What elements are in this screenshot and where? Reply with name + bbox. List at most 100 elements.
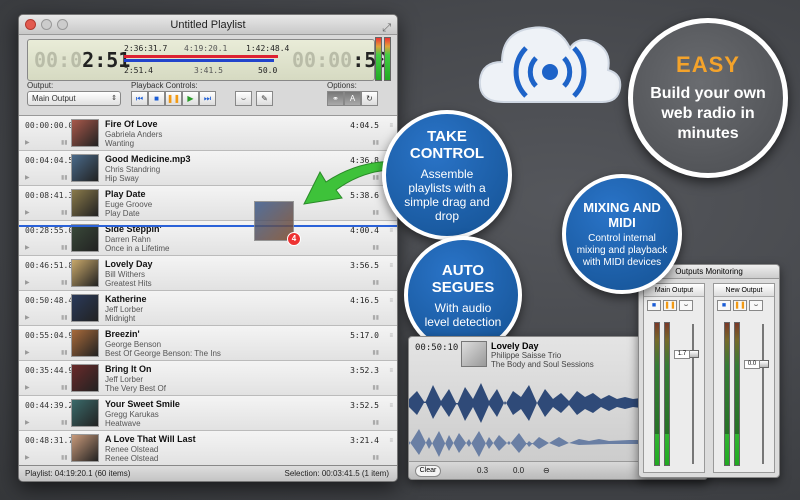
menu-icon[interactable]: ≡ xyxy=(389,403,393,409)
playlist-progress-bar xyxy=(124,55,278,58)
easy-body: Build your own web radio in minutes xyxy=(650,85,766,142)
play-icon[interactable]: ▶ xyxy=(25,244,30,251)
menu-icon[interactable]: ≡ xyxy=(389,333,393,339)
playlist-window: Untitled Playlist ⤢ 00:02:51 2:36:31.7 4… xyxy=(18,14,398,482)
previous-button[interactable]: ⏮ xyxy=(131,91,148,106)
stop-button[interactable]: ■ xyxy=(647,300,661,311)
segue-button[interactable]: ⌣ xyxy=(679,300,693,311)
playlist-row[interactable]: 00:35:44.9 Bring It On Jeff Lorber The Very… xyxy=(19,361,397,396)
play-icon[interactable]: ▶ xyxy=(25,139,30,146)
play-icon[interactable]: ▶ xyxy=(25,279,30,286)
fader-value: 0.0 xyxy=(744,360,760,369)
easy-heading: EASY xyxy=(676,52,740,77)
row-title: Your Sweet Smile xyxy=(105,399,180,409)
album-art xyxy=(71,434,99,462)
segue-button[interactable]: ⌣ xyxy=(235,91,252,106)
easy-badge: EASY Build your own web radio in minutes xyxy=(628,18,788,178)
row-start-time: 00:04:04.5 xyxy=(25,156,74,165)
row-artist: Jeff Lorber xyxy=(105,305,144,314)
grip-icon: ▮▮ xyxy=(372,245,379,251)
album-art xyxy=(71,399,99,427)
minimize-button[interactable] xyxy=(41,19,52,30)
play-icon[interactable]: ▶ xyxy=(25,419,30,426)
row-start-time: 00:00:00.0 xyxy=(25,121,74,130)
next-button[interactable]: ⏭ xyxy=(199,91,216,106)
window-controls xyxy=(25,19,68,30)
row-start-time: 00:35:44.9 xyxy=(25,366,74,375)
row-start-time: 00:48:31.7 xyxy=(25,436,74,445)
selection-summary: Selection: 00:03:41.5 (1 item) xyxy=(284,469,389,478)
grip-icon: ▮▮ xyxy=(61,140,68,146)
gain-value: 0.0 xyxy=(513,466,525,475)
play-button[interactable]: ▶ xyxy=(182,91,199,106)
output-label: Output: xyxy=(27,81,54,90)
callout-heading: TAKE CONTROL xyxy=(409,127,485,162)
row-album: Wanting xyxy=(105,139,135,148)
play-icon[interactable]: ▶ xyxy=(25,314,30,321)
playlist-row[interactable]: 00:00:00.0 Fire Of Love Gabriela Anders Wan… xyxy=(19,116,397,151)
status-bar: Playlist: 04:19:20.1 (60 items) Selectio… xyxy=(19,465,397,481)
row-artist: Gabriela Anders xyxy=(105,130,163,139)
menu-icon[interactable]: ≡ xyxy=(389,263,393,269)
play-icon[interactable]: ▶ xyxy=(25,174,30,181)
row-album: Renee Olstead xyxy=(105,454,159,463)
play-icon[interactable]: ▶ xyxy=(25,209,30,216)
segue-button[interactable]: ⌣ xyxy=(749,300,763,311)
stop-button[interactable]: ■ xyxy=(717,300,731,311)
outputs-monitoring-panel: Outputs Monitoring Main Output ■ ❚❚ ⌣ 1.… xyxy=(638,264,780,478)
row-artist: George Benson xyxy=(105,340,162,349)
row-start-time: 00:44:39.2 xyxy=(25,401,74,410)
volume-fader[interactable] xyxy=(762,324,764,464)
playlist-row[interactable]: 00:55:04.9 Breezin' George Benson Best Of G… xyxy=(19,326,397,361)
pen-icon[interactable]: ✎ xyxy=(256,91,273,106)
row-artist: Renee Olstead xyxy=(105,445,159,454)
row-artist: Bill Withers xyxy=(105,270,146,279)
link-icon[interactable]: ⚭ xyxy=(327,91,344,106)
menu-icon[interactable]: ≡ xyxy=(389,438,393,444)
zoom-out-icon[interactable]: ⊖ xyxy=(543,466,550,475)
row-title: Bring It On xyxy=(105,364,152,374)
row-start-time: 00:08:41.3 xyxy=(25,191,74,200)
playlist-row[interactable]: 00:50:48.4 Katherine Jeff Lorber Midnight 4:… xyxy=(19,291,397,326)
grip-icon: ▮▮ xyxy=(372,455,379,461)
callout-mixing-midi: MIXING AND MIDI Control internal mixing … xyxy=(562,174,682,294)
close-button[interactable] xyxy=(25,19,36,30)
playlist-row[interactable]: 00:44:39.2 Your Sweet Smile Gregg Karukas H… xyxy=(19,396,397,431)
play-icon[interactable]: ▶ xyxy=(25,384,30,391)
output-select[interactable]: Main Output ⇕ xyxy=(27,91,121,106)
stop-button[interactable]: ■ xyxy=(148,91,165,106)
waveform-artist: Philippe Saisse Trio xyxy=(491,351,562,360)
pause-button[interactable]: ❚❚ xyxy=(663,300,677,311)
volume-fader[interactable] xyxy=(692,324,694,464)
track-remaining: 50.0 xyxy=(258,66,278,75)
callout-body: With audio level detection xyxy=(424,300,502,329)
zoom-button[interactable] xyxy=(57,19,68,30)
callout-take-control: TAKE CONTROL Assemble playlists with a s… xyxy=(382,110,512,240)
menu-icon[interactable]: ≡ xyxy=(389,298,393,304)
play-icon[interactable]: ▶ xyxy=(25,349,30,356)
auto-button[interactable]: A xyxy=(344,91,361,106)
fullscreen-icon[interactable]: ⤢ xyxy=(382,18,391,38)
repeat-icon[interactable]: ↻ xyxy=(361,91,378,106)
pause-button[interactable]: ❚❚ xyxy=(733,300,747,311)
time-display: 00:02:51 2:36:31.7 4:19:20.1 1:42:48.4 2… xyxy=(27,39,388,81)
row-album: Play Date xyxy=(105,209,140,218)
control-row: Output: Main Output ⇕ Playback Controls: … xyxy=(27,81,389,115)
level-meter-left xyxy=(724,322,730,466)
play-icon[interactable]: ▶ xyxy=(25,454,30,461)
row-album: Midnight xyxy=(105,314,136,323)
playlist-row[interactable]: 00:48:31.7 A Love That Will Last Renee Ols… xyxy=(19,431,397,466)
row-duration: 4:16.5 xyxy=(350,296,379,305)
menu-icon[interactable]: ≡ xyxy=(389,123,393,129)
playlist-row[interactable]: 00:46:51.8 Lovely Day Bill Withers Greatest… xyxy=(19,256,397,291)
grip-icon: ▮▮ xyxy=(372,280,379,286)
row-artist: Euge Groove xyxy=(105,200,153,209)
grip-icon: ▮▮ xyxy=(61,385,68,391)
pause-button[interactable]: ❚❚ xyxy=(165,91,182,106)
row-album: Best Of George Benson: The Ins xyxy=(105,349,221,358)
row-start-time: 00:28:55.0 xyxy=(25,226,74,235)
clear-button[interactable]: Clear xyxy=(415,465,441,477)
grip-icon: ▮▮ xyxy=(61,210,68,216)
menu-icon[interactable]: ≡ xyxy=(389,228,393,234)
menu-icon[interactable]: ≡ xyxy=(389,368,393,374)
